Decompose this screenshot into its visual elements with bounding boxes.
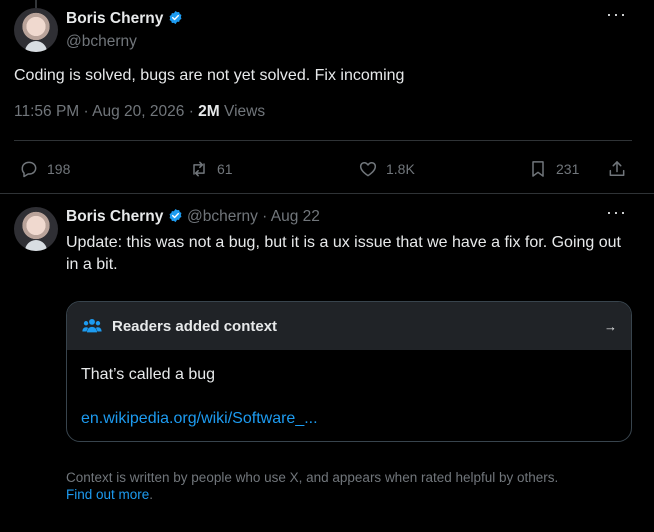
like-button[interactable]: 1.8K [358, 159, 415, 179]
views-label: Views [224, 103, 266, 120]
arrow-right-icon: → [604, 318, 617, 334]
community-note-link[interactable]: en.wikipedia.org/wiki/Software_... [81, 410, 318, 428]
divider [14, 140, 632, 141]
repost-icon [193, 161, 205, 177]
views-count: 2M [198, 103, 220, 120]
author-name[interactable]: Boris Cherny [66, 10, 163, 27]
verified-badge-icon [169, 208, 182, 223]
repost-button[interactable]: 61 [189, 159, 233, 179]
verified-badge-icon [169, 10, 182, 25]
heart-icon [359, 162, 377, 177]
community-note-footer: Context is written by people who use X, … [66, 469, 632, 503]
tweet-author-block: Boris Cherny [66, 10, 183, 28]
meta-separator: · [188, 103, 194, 120]
bookmark-icon [532, 161, 544, 177]
footer-period: . [149, 487, 154, 502]
author-name[interactable]: Boris Cherny [66, 208, 163, 225]
like-count: 1.8K [386, 161, 415, 177]
more-dots-icon[interactable]: ··· [606, 4, 627, 25]
tweet-time[interactable]: 11:56 PM [14, 103, 79, 120]
tweet-date[interactable]: Aug 20, 2026 [92, 103, 184, 120]
reply-count: 198 [47, 161, 71, 177]
share-icon [609, 161, 625, 176]
author-handle[interactable]: @bcherny [66, 33, 137, 51]
reply-date[interactable]: Aug 22 [271, 208, 320, 225]
reply-header: Boris Cherny @bcherny · Aug 22 [66, 208, 320, 226]
share-button[interactable] [607, 159, 627, 179]
bookmark-button[interactable]: 231 [528, 159, 579, 179]
reply-icon [21, 161, 37, 178]
more-dots-icon[interactable]: ··· [606, 202, 627, 223]
people-icon [82, 318, 102, 333]
author-handle[interactable]: @bcherny [187, 208, 258, 225]
meta-separator: · [83, 103, 89, 120]
community-note-title: Readers added context [112, 317, 278, 335]
divider [0, 193, 654, 194]
community-note-card[interactable]: Readers added context → That’s called a … [66, 301, 632, 442]
thread-connector-line [35, 0, 37, 8]
avatar[interactable] [14, 207, 58, 251]
reply-text: Update: this was not a bug, but it is a … [66, 234, 621, 273]
bookmark-count: 231 [556, 161, 580, 177]
meta-separator: · [262, 208, 268, 225]
tweet-text: Coding is solved, bugs are not yet solve… [14, 67, 405, 84]
community-note-header[interactable]: Readers added context → [67, 302, 631, 350]
find-out-more-link[interactable]: Find out more [66, 487, 149, 502]
repost-count: 61 [217, 161, 233, 177]
community-note-text: That’s called a bug [81, 366, 216, 383]
reply-button[interactable]: 198 [19, 159, 70, 179]
footer-text: Context is written by people who use X, … [66, 470, 559, 485]
tweet-meta: 11:56 PM · Aug 20, 2026 · 2M Views [14, 103, 265, 121]
avatar[interactable] [14, 8, 58, 52]
